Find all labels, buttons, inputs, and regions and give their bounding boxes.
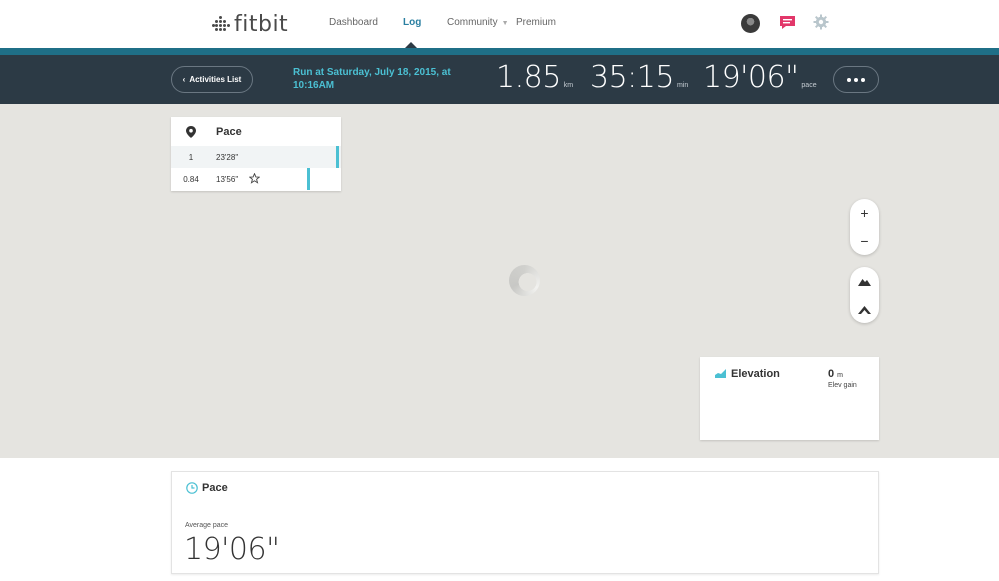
more-options-button[interactable] <box>833 66 879 93</box>
fitbit-logo[interactable]: fitbit <box>212 10 288 38</box>
stat-duration-value: 35:15 <box>590 60 674 95</box>
zoom-control: + − <box>850 199 879 255</box>
map-pin-icon <box>186 125 196 138</box>
elevation-gain-label: Elev gain <box>828 382 857 389</box>
top-navigation: fitbit Dashboard Log Community ▼ Premium <box>0 0 999 49</box>
pace-panel-header: Pace <box>171 117 341 146</box>
clock-icon <box>186 482 198 494</box>
fitbit-dots-icon <box>212 15 230 33</box>
avatar[interactable] <box>741 14 760 33</box>
stat-pace-unit: pace <box>801 82 817 89</box>
split-distance: 0.84 <box>183 174 199 184</box>
elevation-unit: m <box>837 372 843 379</box>
loading-spinner <box>509 265 540 296</box>
map-area[interactable]: Pace 1 23'28" 0.84 13'56" + − Elevation … <box>0 104 999 458</box>
nav-community[interactable]: Community ▼ <box>447 17 509 28</box>
split-time: 23'28" <box>216 152 239 162</box>
star-icon[interactable] <box>249 173 260 184</box>
elevation-gain-value: 0m <box>828 368 843 380</box>
tilt-view-button[interactable] <box>850 295 879 323</box>
elevation-chart-icon <box>715 369 726 378</box>
split-pace-bar <box>336 146 339 168</box>
header-accent-strip <box>0 48 999 55</box>
split-distance: 1 <box>188 152 194 162</box>
stat-pace-value: 19'06" <box>703 60 799 95</box>
stat-pace: 19'06" pace <box>703 61 817 95</box>
stat-distance-value: 1.85 <box>496 60 561 95</box>
nav-log[interactable]: Log <box>403 17 421 28</box>
terrain-view-button[interactable] <box>850 267 879 295</box>
terrain-control <box>850 267 879 323</box>
activity-header: ‹ Activities List Run at Saturday, July … <box>0 55 999 104</box>
average-pace-value: 19'06" <box>184 532 280 567</box>
nav-community-label: Community <box>447 17 498 28</box>
stat-duration: 35:15 min <box>590 61 688 95</box>
split-pace-bar <box>307 168 311 190</box>
activities-list-label: Activities List <box>189 75 242 84</box>
pace-card-title: Pace <box>202 482 228 494</box>
mountain-tilt-icon <box>858 305 871 314</box>
split-time: 13'56" <box>216 174 239 184</box>
pace-split-row[interactable]: 1 23'28" <box>171 146 341 168</box>
pace-panel-title: Pace <box>216 125 242 138</box>
pace-splits-panel: Pace 1 23'28" 0.84 13'56" <box>171 117 341 191</box>
mountain-icon <box>858 278 871 286</box>
elevation-panel: Elevation 0m Elev gain <box>700 357 879 440</box>
logo-text: fitbit <box>234 11 289 37</box>
activities-list-button[interactable]: ‹ Activities List <box>171 66 253 93</box>
stat-distance: 1.85 km <box>496 61 573 95</box>
nav-premium[interactable]: Premium <box>516 17 556 28</box>
chevron-left-icon: ‹ <box>182 75 186 84</box>
pace-split-row[interactable]: 0.84 13'56" <box>171 168 341 190</box>
elevation-value: 0 <box>828 368 835 380</box>
elevation-title: Elevation <box>731 368 780 380</box>
gear-icon[interactable] <box>813 14 829 30</box>
pace-summary-card: Pace Average pace 19'06" <box>171 471 879 574</box>
activity-title: Run at Saturday, July 18, 2015, at 10:16… <box>293 67 451 91</box>
stat-duration-unit: min <box>676 82 689 89</box>
chat-bubble-icon[interactable] <box>779 15 796 30</box>
chevron-down-icon: ▼ <box>501 20 509 27</box>
zoom-in-button[interactable]: + <box>850 199 879 227</box>
zoom-out-button[interactable]: − <box>850 227 879 255</box>
stat-distance-unit: km <box>563 82 574 89</box>
nav-dashboard[interactable]: Dashboard <box>329 17 378 28</box>
average-pace-label: Average pace <box>185 522 229 529</box>
